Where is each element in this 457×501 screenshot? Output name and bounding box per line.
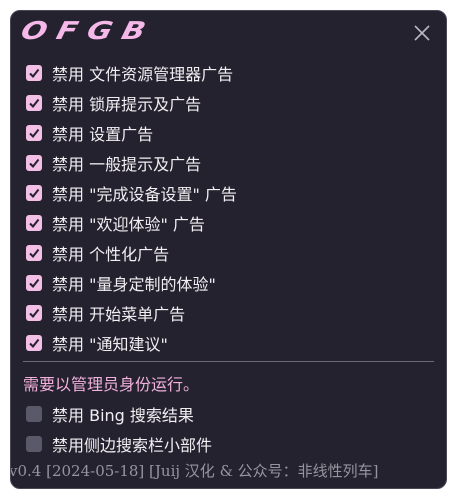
checkbox-checked[interactable] — [26, 155, 42, 171]
admin-required-note: 需要以管理员身份运行。 — [23, 375, 200, 394]
ad-options-list: 禁用 文件资源管理器广告 禁用 锁屏提示及广告 禁用 设置广告 禁用 一般提示及… — [23, 58, 434, 358]
option-general-tips-ads[interactable]: 禁用 一般提示及广告 — [23, 148, 434, 178]
checkbox-checked[interactable] — [26, 185, 42, 201]
checkmark-icon — [29, 308, 40, 319]
option-settings-ads[interactable]: 禁用 设置广告 — [23, 118, 434, 148]
checkbox-checked[interactable] — [26, 245, 42, 261]
option-label: 禁用 "通知建议" — [52, 335, 168, 354]
checkbox-unchecked[interactable] — [26, 406, 42, 422]
option-personalized-ads[interactable]: 禁用 个性化广告 — [23, 238, 434, 268]
option-search-sidebar-widget[interactable]: 禁用侧边搜索栏小部件 — [23, 429, 434, 459]
app-window: OFGB 禁用 文件资源管理器广告 禁用 锁屏提示及广告 禁用 设置广告 禁用 … — [10, 10, 447, 489]
option-welcome-experience-ads[interactable]: 禁用 "欢迎体验" 广告 — [23, 208, 434, 238]
option-lock-screen-ads[interactable]: 禁用 锁屏提示及广告 — [23, 88, 434, 118]
checkmark-icon — [29, 338, 40, 349]
option-label: 禁用 "欢迎体验" 广告 — [52, 215, 205, 234]
option-label: 禁用 Bing 搜索结果 — [52, 406, 194, 425]
option-file-explorer-ads[interactable]: 禁用 文件资源管理器广告 — [23, 58, 434, 88]
option-label: 禁用 一般提示及广告 — [52, 155, 202, 174]
checkbox-checked[interactable] — [26, 305, 42, 321]
checkbox-checked[interactable] — [26, 125, 42, 141]
close-button[interactable] — [412, 23, 432, 43]
checkbox-checked[interactable] — [26, 215, 42, 231]
checkmark-icon — [29, 68, 40, 79]
option-tailored-experiences[interactable]: 禁用 "量身定制的体验" — [23, 268, 434, 298]
checkmark-icon — [29, 98, 40, 109]
checkbox-unchecked[interactable] — [26, 436, 42, 452]
close-icon — [414, 25, 430, 41]
checkbox-checked[interactable] — [26, 275, 42, 291]
checkbox-checked[interactable] — [26, 335, 42, 351]
option-label: 禁用 文件资源管理器广告 — [52, 65, 234, 84]
option-label: 禁用 开始菜单广告 — [52, 305, 186, 324]
option-finish-setup-ads[interactable]: 禁用 "完成设备设置" 广告 — [23, 178, 434, 208]
checkmark-icon — [29, 158, 40, 169]
section-divider — [23, 361, 434, 362]
checkbox-checked[interactable] — [26, 95, 42, 111]
option-label: 禁用 锁屏提示及广告 — [52, 95, 202, 114]
app-title: OFGB — [17, 17, 159, 46]
option-label: 禁用 "量身定制的体验" — [52, 275, 216, 294]
option-label: 禁用 个性化广告 — [52, 245, 170, 264]
admin-options-list: 禁用 Bing 搜索结果 禁用侧边搜索栏小部件 — [23, 399, 434, 459]
version-footer: v0.4 [2024-05-18] [Juij 汉化 & 公众号：非线性列车] — [10, 462, 379, 480]
checkmark-icon — [29, 248, 40, 259]
option-label: 禁用侧边搜索栏小部件 — [52, 436, 213, 455]
option-label: 禁用 设置广告 — [52, 125, 154, 144]
checkbox-checked[interactable] — [26, 65, 42, 81]
checkmark-icon — [29, 188, 40, 199]
checkmark-icon — [29, 128, 40, 139]
checkmark-icon — [29, 278, 40, 289]
checkmark-icon — [29, 218, 40, 229]
option-notification-suggestions[interactable]: 禁用 "通知建议" — [23, 328, 434, 358]
option-bing-search-results[interactable]: 禁用 Bing 搜索结果 — [23, 399, 434, 429]
option-start-menu-ads[interactable]: 禁用 开始菜单广告 — [23, 298, 434, 328]
option-label: 禁用 "完成设备设置" 广告 — [52, 185, 237, 204]
